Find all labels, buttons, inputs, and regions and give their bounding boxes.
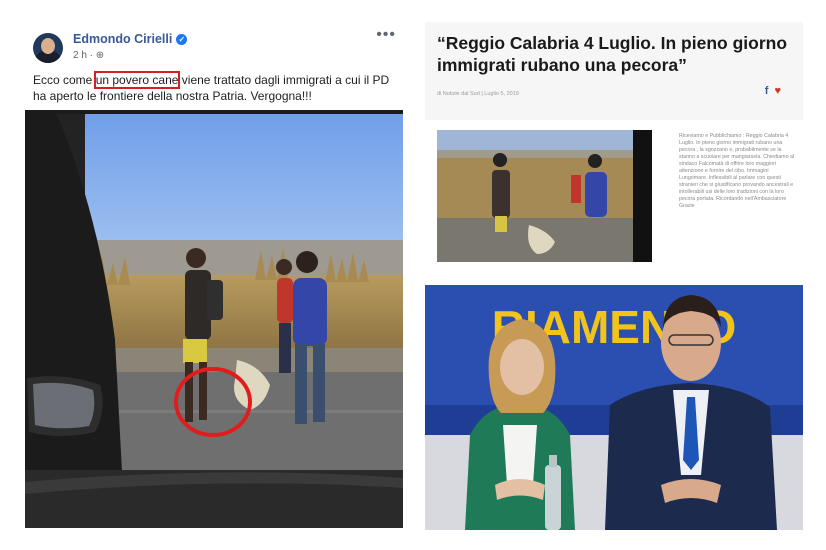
article-excerpt: Riceviamo e Pubblichiamo : Reggio Calabr… xyxy=(679,133,795,209)
facebook-icon[interactable]: f xyxy=(765,85,769,97)
verified-badge-icon: ✓ xyxy=(176,34,188,45)
post-text-before: Ecco come xyxy=(33,73,96,87)
share-buttons: f ♥ xyxy=(765,85,781,97)
post-text: Ecco come un povero cane viene trattato … xyxy=(33,71,403,104)
author-name-text[interactable]: Edmondo Cirielli xyxy=(73,32,172,46)
author-name[interactable]: Edmondo Cirielli ✓ xyxy=(73,32,188,46)
article-title[interactable]: “Reggio Calabria 4 Luglio. In pieno gior… xyxy=(437,32,797,76)
globe-icon: ⊕ xyxy=(95,50,105,61)
avatar[interactable] xyxy=(33,33,63,63)
news-article: “Reggio Calabria 4 Luglio. In pieno gior… xyxy=(425,22,803,268)
twitter-icon[interactable]: ♥ xyxy=(774,85,781,97)
event-photo[interactable]: RIAMENTO xyxy=(425,285,803,530)
article-meta: di Notizie dal Sud | Luglio 5, 2019 xyxy=(437,91,519,97)
post-meta: 2 h · ⊕ xyxy=(73,50,105,61)
article-photo[interactable] xyxy=(437,130,652,262)
post-text-highlight: un povero cane xyxy=(93,71,181,89)
post-time[interactable]: 2 h xyxy=(73,50,87,61)
facebook-post: Edmondo Cirielli ✓ 2 h · ⊕ ••• Ecco come … xyxy=(22,22,406,530)
post-photo[interactable] xyxy=(25,110,403,528)
ellipsis-icon[interactable]: ••• xyxy=(376,26,396,44)
